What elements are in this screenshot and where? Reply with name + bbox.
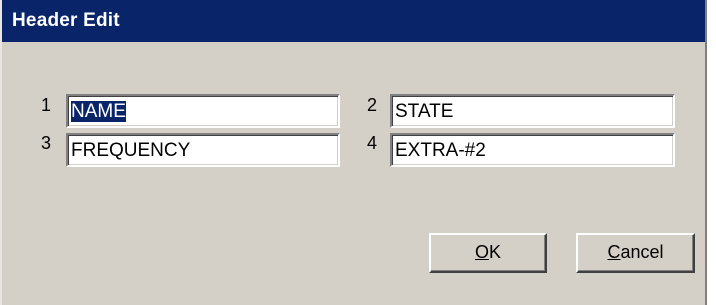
field-3-number: 3: [41, 133, 52, 153]
field-4-value: EXTRA-#2: [395, 140, 486, 161]
field-2-input[interactable]: STATE: [390, 94, 675, 128]
field-3-value: FREQUENCY: [71, 140, 191, 161]
field-1-value: NAME: [71, 101, 126, 122]
field-4-number: 4: [367, 133, 378, 153]
field-2-number: 2: [367, 95, 378, 115]
field-3-input[interactable]: FREQUENCY: [66, 133, 340, 167]
ok-button-label: K: [489, 242, 502, 262]
cancel-button-mnemonic: C: [607, 242, 621, 262]
field-1-number: 1: [41, 95, 52, 115]
cancel-button-label: ancel: [620, 242, 664, 262]
field-1-input[interactable]: NAME: [66, 94, 340, 128]
ok-button-mnemonic: O: [474, 242, 489, 262]
dialog-title: Header Edit: [2, 0, 705, 42]
header-edit-dialog: Header Edit 1 NAME 2 STATE 3 FREQUENCY 4…: [0, 0, 707, 305]
field-4-input[interactable]: EXTRA-#2: [390, 133, 675, 167]
ok-button[interactable]: OK: [429, 233, 547, 273]
cancel-button[interactable]: Cancel: [576, 233, 695, 273]
field-2-value: STATE: [395, 101, 454, 122]
